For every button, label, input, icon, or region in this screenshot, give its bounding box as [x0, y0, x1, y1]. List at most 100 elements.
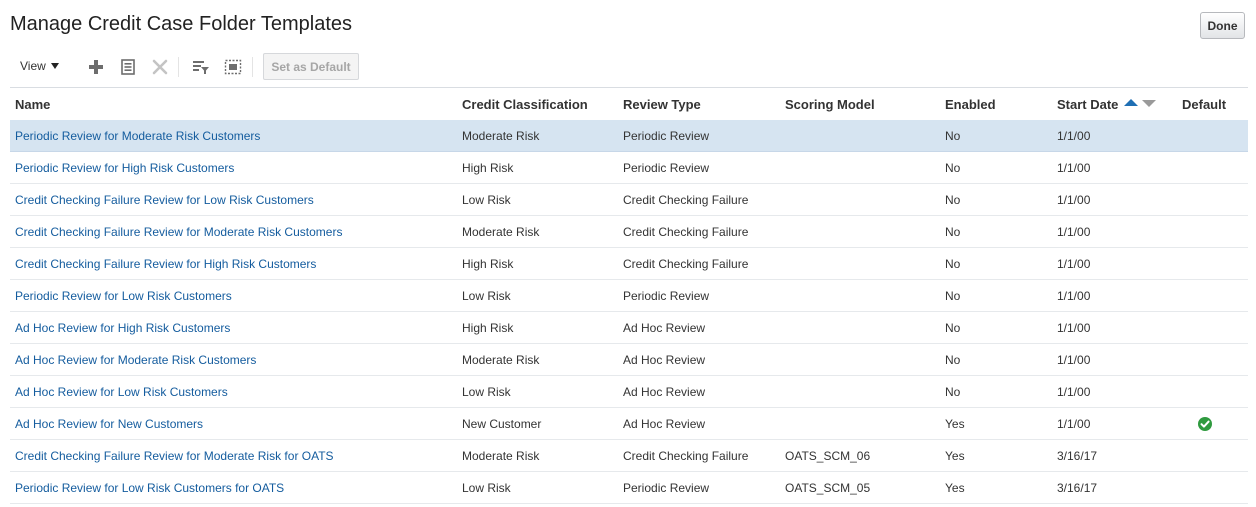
table-row[interactable]: Periodic Review for High Risk Customers H… [10, 152, 1248, 184]
table-row[interactable]: Periodic Review for Low Risk Customers f… [10, 472, 1248, 504]
toolbar-separator [178, 57, 179, 77]
row-enabled: No [945, 385, 961, 399]
row-review-type: Ad Hoc Review [623, 321, 706, 335]
row-review-type: Ad Hoc Review [623, 353, 706, 367]
set-as-default-button[interactable]: Set as Default [263, 53, 359, 80]
row-scoring-model: OATS_SCM_06 [785, 449, 871, 463]
detach-icon[interactable] [224, 58, 242, 76]
view-menu-label: View [20, 59, 46, 73]
row-name-link[interactable]: Periodic Review for Moderate Risk Custom… [15, 129, 260, 143]
row-name-link[interactable]: Credit Checking Failure Review for High … [15, 257, 316, 271]
table-header: Name Credit Classification Review Type S… [10, 88, 1248, 120]
table-toolbar: View Set as Default [0, 52, 1256, 82]
sort-ascending-icon[interactable] [1124, 99, 1138, 106]
row-credit-classification: High Risk [462, 321, 514, 335]
row-name-link[interactable]: Ad Hoc Review for New Customers [15, 417, 203, 431]
row-name-link[interactable]: Credit Checking Failure Review for Moder… [15, 449, 334, 463]
row-enabled: Yes [945, 481, 965, 495]
row-credit-classification: New Customer [462, 417, 542, 431]
row-credit-classification: Low Risk [462, 385, 511, 399]
row-credit-classification: Moderate Risk [462, 449, 540, 463]
row-review-type: Credit Checking Failure [623, 449, 749, 463]
row-scoring-model: OATS_SCM_05 [785, 481, 871, 495]
row-enabled: No [945, 193, 961, 207]
row-review-type: Periodic Review [623, 481, 710, 495]
row-enabled: No [945, 257, 961, 271]
row-start-date: 1/1/00 [1057, 193, 1091, 207]
delete-icon[interactable] [151, 58, 169, 76]
row-name-link[interactable]: Periodic Review for Low Risk Customers f… [15, 481, 284, 495]
row-enabled: No [945, 161, 961, 175]
row-credit-classification: Low Risk [462, 481, 511, 495]
row-enabled: No [945, 321, 961, 335]
row-start-date: 1/1/00 [1057, 321, 1091, 335]
table-row[interactable]: Ad Hoc Review for Low Risk Customers Low … [10, 376, 1248, 408]
row-credit-classification: High Risk [462, 257, 514, 271]
row-review-type: Credit Checking Failure [623, 193, 749, 207]
row-start-date: 1/1/00 [1057, 353, 1091, 367]
table-body: Periodic Review for Moderate Risk Custom… [10, 120, 1248, 504]
row-name-link[interactable]: Ad Hoc Review for Moderate Risk Customer… [15, 353, 256, 367]
column-header-default[interactable]: Default [1182, 97, 1226, 112]
row-start-date: 3/16/17 [1057, 481, 1098, 495]
column-header-name[interactable]: Name [15, 97, 50, 112]
row-credit-classification: High Risk [462, 161, 514, 175]
sort-indicator [1124, 99, 1156, 107]
row-credit-classification: Moderate Risk [462, 225, 540, 239]
row-name-link[interactable]: Ad Hoc Review for Low Risk Customers [15, 385, 228, 399]
table-row[interactable]: Credit Checking Failure Review for Low R… [10, 184, 1248, 216]
row-review-type: Periodic Review [623, 289, 710, 303]
column-header-scoring-model[interactable]: Scoring Model [785, 97, 875, 112]
query-by-example-icon[interactable] [192, 58, 210, 76]
row-start-date: 1/1/00 [1057, 225, 1091, 239]
row-credit-classification: Moderate Risk [462, 353, 540, 367]
row-review-type: Credit Checking Failure [623, 257, 749, 271]
row-start-date: 1/1/00 [1057, 385, 1091, 399]
column-header-credit-classification[interactable]: Credit Classification [462, 97, 588, 112]
row-name-link[interactable]: Credit Checking Failure Review for Moder… [15, 225, 342, 239]
row-enabled: No [945, 225, 961, 239]
add-icon[interactable] [87, 58, 105, 76]
view-menu[interactable]: View [20, 59, 60, 73]
row-review-type: Periodic Review [623, 129, 710, 143]
row-start-date: 1/1/00 [1057, 289, 1091, 303]
row-enabled: Yes [945, 417, 965, 431]
column-header-enabled[interactable]: Enabled [945, 97, 996, 112]
table-row[interactable]: Ad Hoc Review for High Risk Customers Hig… [10, 312, 1248, 344]
edit-icon[interactable] [119, 58, 137, 76]
row-start-date: 1/1/00 [1057, 161, 1091, 175]
row-credit-classification: Moderate Risk [462, 129, 540, 143]
table-row[interactable]: Ad Hoc Review for Moderate Risk Customer… [10, 344, 1248, 376]
row-start-date: 1/1/00 [1057, 417, 1091, 431]
table-row[interactable]: Credit Checking Failure Review for Moder… [10, 440, 1248, 472]
row-name-link[interactable]: Periodic Review for High Risk Customers [15, 161, 234, 175]
row-credit-classification: Low Risk [462, 289, 511, 303]
column-header-start-date[interactable]: Start Date [1057, 97, 1118, 112]
row-name-link[interactable]: Credit Checking Failure Review for Low R… [15, 193, 314, 207]
table-row[interactable]: Periodic Review for Low Risk Customers Lo… [10, 280, 1248, 312]
row-enabled: Yes [945, 449, 965, 463]
page-title: Manage Credit Case Folder Templates [10, 13, 353, 35]
column-header-review-type[interactable]: Review Type [623, 97, 701, 112]
row-enabled: No [945, 129, 961, 143]
default-check-icon [1198, 417, 1212, 431]
row-start-date: 1/1/00 [1057, 129, 1091, 143]
done-button[interactable]: Done [1200, 12, 1245, 39]
chevron-down-icon [50, 63, 59, 69]
row-name-link[interactable]: Ad Hoc Review for High Risk Customers [15, 321, 230, 335]
toolbar-separator [252, 57, 253, 77]
row-enabled: No [945, 353, 961, 367]
row-credit-classification: Low Risk [462, 193, 511, 207]
row-review-type: Periodic Review [623, 161, 710, 175]
row-start-date: 1/1/00 [1057, 257, 1091, 271]
table-row[interactable]: Credit Checking Failure Review for High … [10, 248, 1248, 280]
row-name-link[interactable]: Periodic Review for Low Risk Customers [15, 289, 232, 303]
row-enabled: No [945, 289, 961, 303]
row-start-date: 3/16/17 [1057, 449, 1098, 463]
sort-descending-icon[interactable] [1142, 100, 1156, 107]
table-row[interactable]: Credit Checking Failure Review for Moder… [10, 216, 1248, 248]
row-review-type: Credit Checking Failure [623, 225, 749, 239]
table-row[interactable]: Ad Hoc Review for New Customers New Custo… [10, 408, 1248, 440]
row-review-type: Ad Hoc Review [623, 385, 706, 399]
table-row[interactable]: Periodic Review for Moderate Risk Custom… [10, 120, 1248, 152]
